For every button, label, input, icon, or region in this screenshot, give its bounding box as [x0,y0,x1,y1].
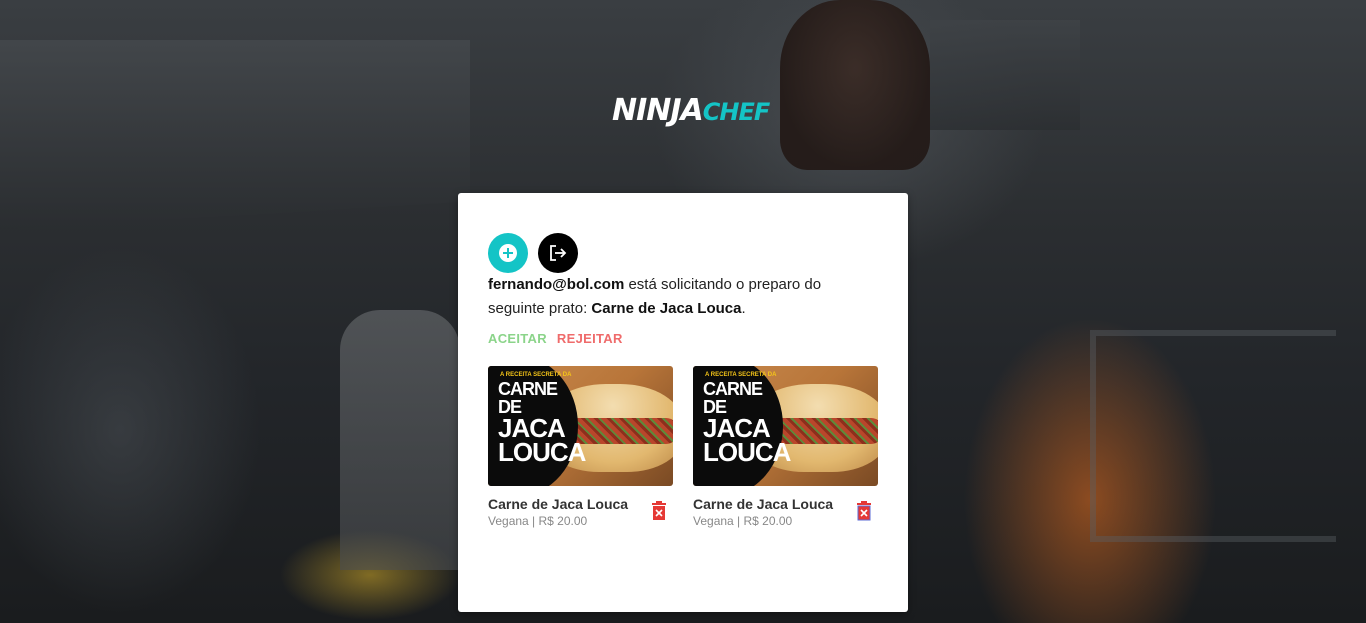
logo-ninja-text: NINJA [612,93,704,128]
dish-card: A RECEITA SECRETA DA CARNE DE JACA LOUCA… [693,366,878,528]
background-chef-figure [340,310,460,570]
request-message: fernando@bol.com está solicitando o prep… [488,273,868,321]
request-actions: ACEITAR REJEITAR [488,331,623,346]
reject-button[interactable]: REJEITAR [557,331,623,346]
ninjachef-logo: NINJACHEF [612,88,770,134]
plus-circle-icon [499,244,517,262]
dish-image-badge-top: A RECEITA SECRETA DA [705,372,777,378]
dish-card: A RECEITA SECRETA DA CARNE DE JACA LOUCA… [488,366,673,528]
dish-subtitle: Vegana | R$ 20.00 [488,514,588,528]
trash-icon [857,501,871,521]
requester-email: fernando@bol.com [488,276,625,293]
request-card: fernando@bol.com está solicitando o prep… [458,193,908,612]
logout-icon [550,245,567,261]
dish-name: Carne de Jaca Louca [693,496,834,512]
logo-chef-text: CHEF [702,98,770,126]
dish-name: Carne de Jaca Louca [488,496,629,512]
dish-image-line1: CARNE DE [703,379,763,417]
request-end: . [741,300,746,317]
delete-dish-button[interactable] [651,501,667,521]
dish-image-line1: CARNE DE [498,379,558,417]
delete-dish-button[interactable] [856,501,872,521]
dish-image-line3: LOUCA [703,437,791,467]
background-shelf [1090,330,1336,542]
add-button[interactable] [488,233,528,273]
dish-image: A RECEITA SECRETA DA CARNE DE JACA LOUCA [693,366,878,486]
trash-icon [652,501,666,520]
dish-image-badge-text: CARNE DE JACA LOUCA [703,379,791,467]
requested-dish-name: Carne de Jaca Louca [591,300,742,317]
dish-subtitle: Vegana | R$ 20.00 [693,514,793,528]
dish-image-badge-text: CARNE DE JACA LOUCA [498,379,586,467]
accept-button[interactable]: ACEITAR [488,331,547,346]
dish-image-badge-top: A RECEITA SECRETA DA [500,372,572,378]
background-hood-right [930,20,1080,130]
dish-image: A RECEITA SECRETA DA CARNE DE JACA LOUCA [488,366,673,486]
logout-button[interactable] [538,233,578,273]
background-hood [0,40,470,230]
background-chef-hat [780,0,930,170]
dish-image-line3: LOUCA [498,437,586,467]
